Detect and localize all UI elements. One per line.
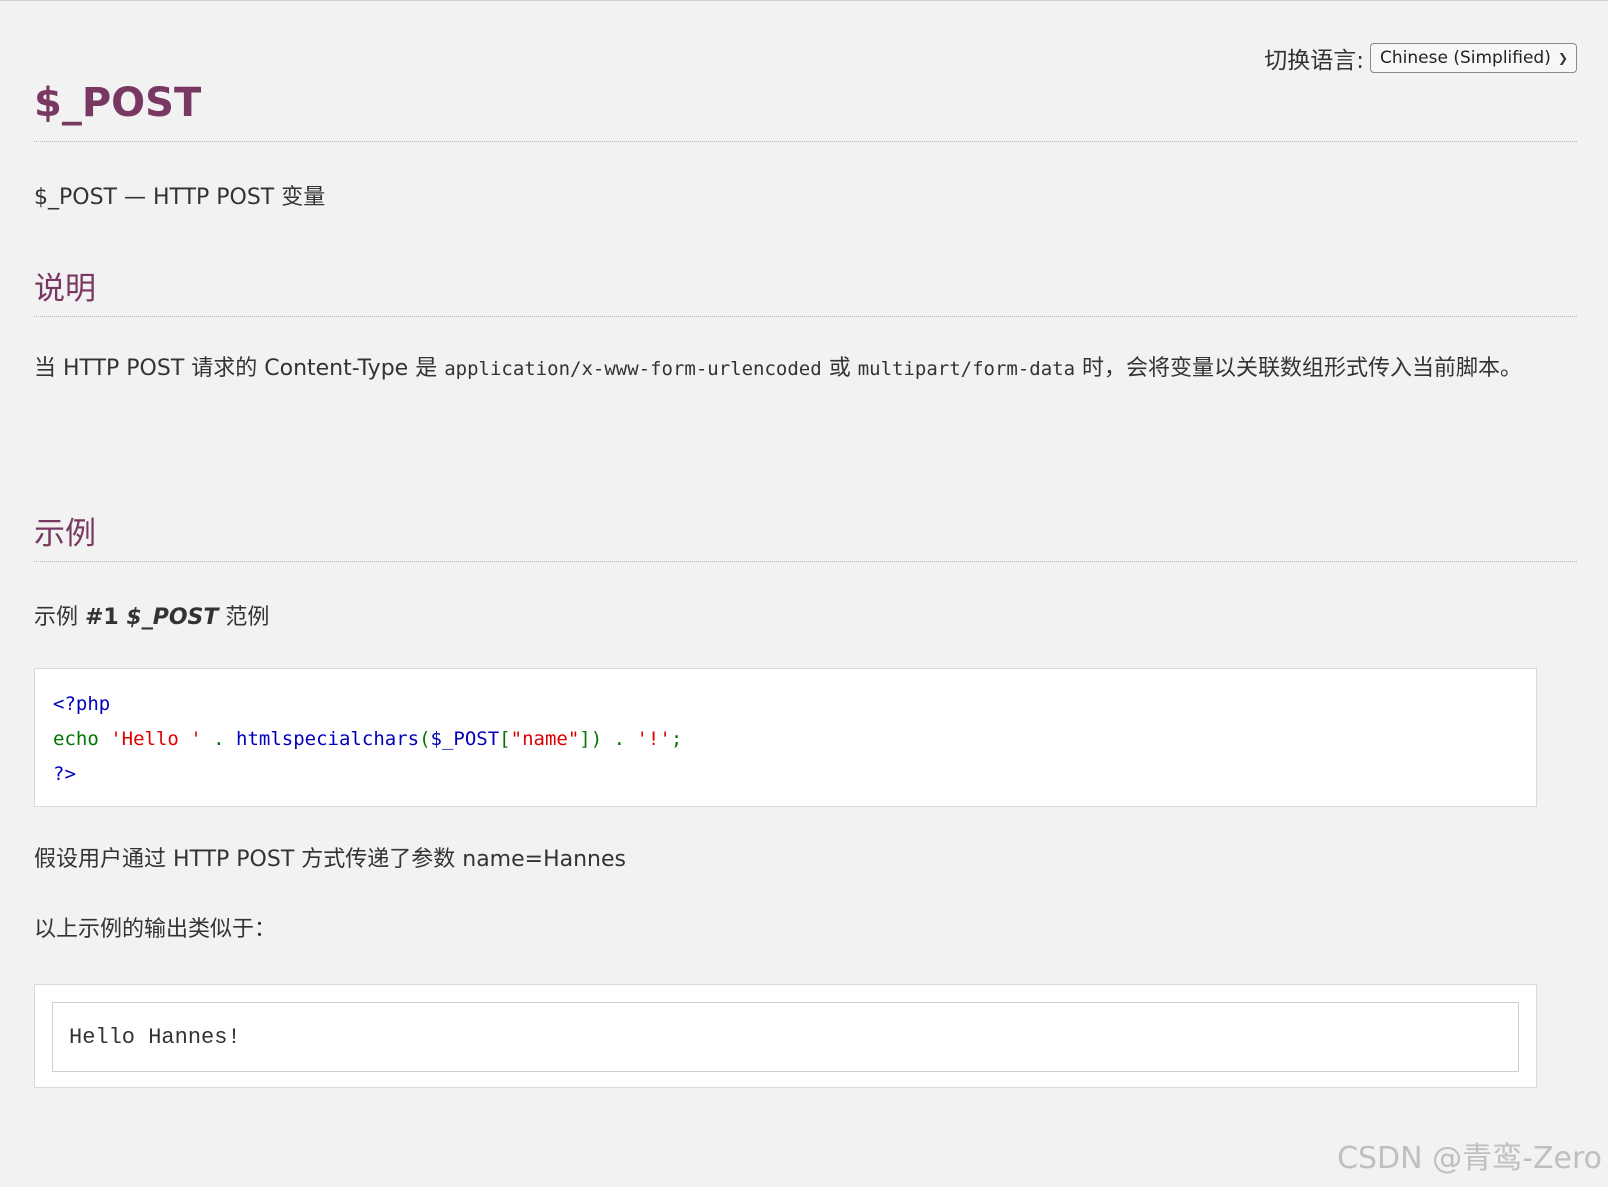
output-text: Hello Hannes! bbox=[52, 1002, 1519, 1072]
language-select-value: Chinese (Simplified) bbox=[1380, 48, 1551, 68]
description-text: 当 HTTP POST 请求的 Content-Type 是 applicati… bbox=[34, 351, 1577, 387]
php-dot-1: . bbox=[201, 728, 237, 750]
php-close-tag: ?> bbox=[53, 763, 76, 785]
code-line-1: <?php bbox=[53, 687, 1518, 722]
php-open-tag: <?php bbox=[53, 693, 111, 715]
php-bracket-close: ]) bbox=[579, 728, 603, 750]
php-variable: $_POST bbox=[430, 728, 500, 750]
chevron-down-icon: ❯ bbox=[1557, 51, 1568, 65]
refpurpose: $_POST — HTTP POST 变量 bbox=[34, 185, 326, 210]
code-line-2: echo 'Hello ' . htmlspecialchars($_POST[… bbox=[53, 722, 1518, 757]
examples-heading: 示例 bbox=[34, 516, 96, 552]
php-string-hello: 'Hello ' bbox=[110, 728, 202, 750]
example-title-suffix: 范例 bbox=[218, 605, 270, 630]
title-divider bbox=[34, 141, 1577, 142]
content-type-multipart: multipart/form-data bbox=[857, 358, 1076, 380]
language-switcher: 切换语言: Chinese (Simplified) ❯ bbox=[1264, 41, 1577, 75]
examples-divider bbox=[34, 561, 1577, 562]
php-bracket-open: [ bbox=[499, 728, 511, 750]
output-block: Hello Hannes! bbox=[34, 984, 1537, 1088]
example-title: 示例 #1 $_POST 范例 bbox=[34, 599, 269, 631]
description-heading: 说明 bbox=[34, 271, 96, 307]
language-switcher-label: 切换语言: bbox=[1264, 48, 1364, 74]
assumption-text: 假设用户通过 HTTP POST 方式传递了参数 name=Hannes bbox=[34, 847, 626, 872]
code-line-3: ?> bbox=[53, 757, 1518, 792]
php-echo: echo bbox=[53, 728, 111, 750]
description-text-after: 时，会将变量以关联数组形式传入当前脚本。 bbox=[1075, 356, 1523, 381]
page-title: $_POST bbox=[34, 80, 202, 126]
language-select[interactable]: Chinese (Simplified) ❯ bbox=[1370, 43, 1577, 73]
example-title-prefix: 示例 bbox=[34, 605, 85, 630]
php-semicolon: ; bbox=[670, 728, 683, 750]
php-string-bang: '!' bbox=[636, 728, 671, 750]
php-paren-open: ( bbox=[419, 728, 431, 750]
output-intro: 以上示例的输出类似于： bbox=[34, 917, 277, 942]
watermark: CSDN @青鸾-Zero bbox=[1337, 1141, 1602, 1176]
description-divider bbox=[34, 316, 1577, 317]
php-function: htmlspecialchars bbox=[236, 728, 420, 750]
php-string-name: "name" bbox=[510, 728, 580, 750]
example-var: $_POST bbox=[126, 605, 219, 630]
description-text-before: 当 HTTP POST 请求的 Content-Type 是 bbox=[34, 356, 445, 381]
description-text-middle: 或 bbox=[821, 356, 858, 381]
content-type-urlencoded: application/x-www-form-urlencoded bbox=[444, 358, 822, 380]
example-number: #1 bbox=[85, 605, 119, 630]
code-block: <?php echo 'Hello ' . htmlspecialchars($… bbox=[34, 668, 1537, 807]
php-dot-2: . bbox=[602, 728, 637, 750]
